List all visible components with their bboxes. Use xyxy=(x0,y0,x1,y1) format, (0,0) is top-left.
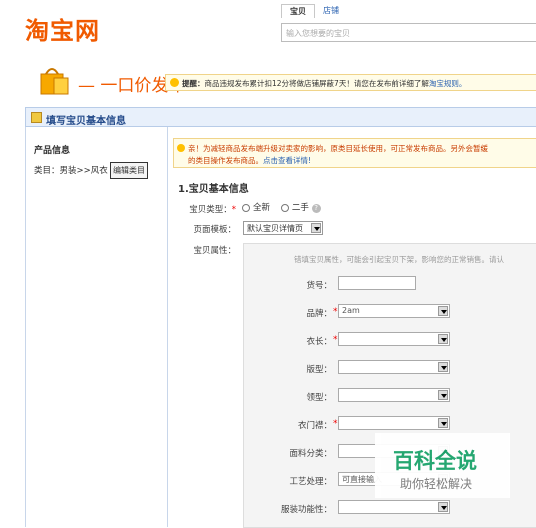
attribute-select[interactable] xyxy=(338,500,450,514)
search-input[interactable]: 输入您想要的宝贝 xyxy=(281,23,536,42)
field-label: 衣门襟： xyxy=(297,421,332,431)
attributes-label: 宝贝属性： xyxy=(193,246,236,256)
tab-products[interactable]: 宝贝 xyxy=(281,4,315,18)
edit-icon xyxy=(31,112,42,123)
chevron-down-icon xyxy=(438,390,448,400)
basic-info-title: 1.宝贝基本信息 xyxy=(178,184,249,195)
template-select[interactable]: 默认宝贝详情页 xyxy=(243,221,323,235)
field-label: 面料分类： xyxy=(289,449,332,459)
product-info-panel: 产品信息 类目：男装>>风衣 编辑类目 xyxy=(25,127,168,527)
watermark-title: 百科全说 xyxy=(393,449,477,473)
field-label: 品牌： xyxy=(306,309,332,319)
required-mark: * xyxy=(333,335,338,345)
radio-used[interactable] xyxy=(280,203,289,212)
field-label: 领型： xyxy=(306,393,332,403)
chevron-down-icon xyxy=(438,418,448,428)
field-label: 版型： xyxy=(306,365,332,375)
tab-shops[interactable]: 店铺 xyxy=(315,4,347,18)
chevron-down-icon xyxy=(438,306,448,316)
required-mark: * xyxy=(333,419,338,429)
attribute-select[interactable] xyxy=(338,332,450,346)
field-label: 工艺处理： xyxy=(289,477,332,487)
type-options: 全新 二手 ? xyxy=(242,201,321,213)
chevron-down-icon xyxy=(438,334,448,344)
item-number-input[interactable] xyxy=(338,276,416,290)
template-label: 页面模板： xyxy=(193,225,236,235)
rules-link[interactable]: 淘宝规则。 xyxy=(429,79,467,88)
chevron-down-icon xyxy=(311,223,321,233)
section-header: 填写宝贝基本信息 xyxy=(25,107,536,127)
category-path: 类目：男装>>风衣 xyxy=(34,166,108,176)
field-label: 衣长： xyxy=(306,337,332,347)
field-label: 货号： xyxy=(306,281,332,291)
taobao-logo[interactable]: 淘宝网 xyxy=(25,11,100,46)
warning-banner: 亲！为减轻商品发布端升级对卖家的影响，原类目延长使用，可正常发布商品。另外会暂缓… xyxy=(173,138,536,168)
bulb-icon xyxy=(170,78,179,87)
chevron-down-icon xyxy=(438,362,448,372)
required-mark: * xyxy=(333,307,338,317)
attributes-hint: 错填宝贝属性，可能会引起宝贝下架，影响您的正常销售。请认 xyxy=(294,255,504,264)
edit-category-button[interactable]: 编辑类目 xyxy=(110,162,148,179)
field-label: 服装功能性： xyxy=(280,505,332,515)
attribute-select[interactable] xyxy=(338,360,450,374)
shopping-bag-icon xyxy=(40,68,69,95)
chevron-down-icon xyxy=(438,502,448,512)
help-icon[interactable]: ? xyxy=(311,204,321,213)
attribute-select[interactable] xyxy=(338,388,450,402)
watermark-subtitle: 助你轻松解决 xyxy=(400,477,473,491)
product-info-title: 产品信息 xyxy=(34,146,71,156)
type-label: 宝贝类型：* xyxy=(189,205,236,215)
attribute-select[interactable]: 2am xyxy=(338,304,450,318)
warning-icon xyxy=(177,144,185,152)
radio-new[interactable] xyxy=(242,203,250,212)
rule-notice: 提醒：商品违规发布累计扣12分将做店铺屏蔽7天！请您在发布前详细了解淘宝规则。 xyxy=(165,74,536,91)
attribute-select[interactable] xyxy=(338,416,450,430)
search-tabs: 宝贝 店铺 xyxy=(281,4,347,18)
watermark: 百科全说 助你轻松解决 xyxy=(375,433,510,498)
details-link[interactable]: 点击查看详情! xyxy=(263,156,311,165)
